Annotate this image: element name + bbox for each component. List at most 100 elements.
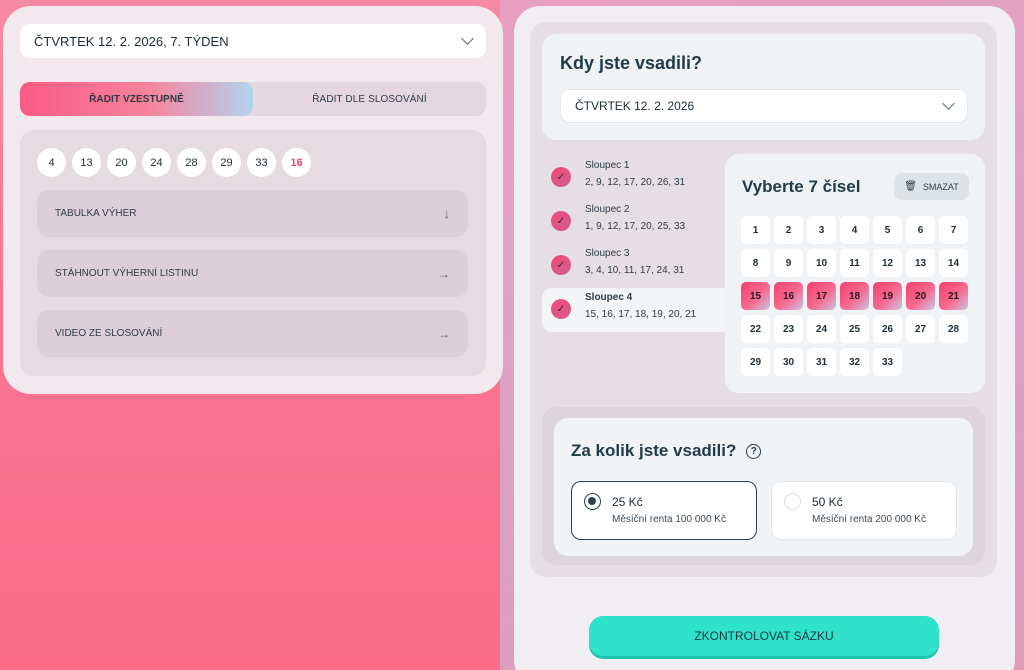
check-bet-button[interactable]: ZKONTROLOVAT SÁZKU	[589, 616, 939, 656]
radio-unselected[interactable]	[784, 493, 801, 510]
number-cell[interactable]: 10	[807, 249, 836, 277]
clear-button[interactable]: 🗑 SMAZAT	[894, 173, 969, 200]
check-icon: ✓	[551, 211, 571, 231]
ticket-check-panel: Kdy jste vsadili? ČTVRTEK 12. 2. 2026 ✓ …	[514, 6, 1015, 670]
number-cell[interactable]: 25	[840, 315, 869, 343]
number-cell[interactable]: 7	[939, 216, 968, 244]
number-cell[interactable]: 32	[840, 348, 869, 376]
wins-table-label: TABULKA VÝHER	[55, 208, 137, 219]
bet-date-value: ČTVRTEK 12. 2. 2026	[575, 99, 695, 113]
stake-option-25[interactable]: 25 Kč Měsíční renta 100 000 Kč	[571, 481, 757, 540]
arrow-right-icon: →	[438, 326, 450, 341]
number-cell[interactable]: 3	[807, 216, 836, 244]
stake-section: Za kolik jste vsadili? ? 25 Kč Měsíční r…	[542, 407, 985, 565]
number-grid: 1 2 3 4 5 6 7 8 9 10 11 12 13 14 15 16 17 18 19 20 21 22 23 24 2…	[741, 216, 968, 376]
number-cell[interactable]: 20	[906, 282, 935, 310]
draw-video-label: VIDEO ZE SLOSOVÁNÍ	[55, 328, 163, 339]
number-cell[interactable]: 16	[774, 282, 803, 310]
drawn-number: 33	[247, 148, 276, 177]
number-cell[interactable]: 17	[807, 282, 836, 310]
download-winners-row[interactable]: STÁHNOUT VÝHERNÍ LISTINU →	[37, 250, 468, 297]
number-picker-title: Vyberte 7 čísel	[742, 177, 861, 196]
chevron-down-icon	[942, 97, 955, 110]
draw-date-value: ČTVRTEK 12. 2. 2026, 7. TÝDEN	[34, 33, 229, 49]
draw-video-row[interactable]: VIDEO ZE SLOSOVÁNÍ →	[37, 310, 468, 357]
check-icon: ✓	[551, 167, 571, 187]
sort-toggle: ŘADIT VZESTUPNĚ ŘADIT DLE SLOSOVÁNÍ	[20, 82, 486, 116]
chevron-down-icon	[461, 32, 474, 45]
number-cell[interactable]: 4	[840, 216, 869, 244]
drawn-number: 20	[107, 148, 136, 177]
number-cell[interactable]: 9	[774, 249, 803, 277]
column-item-3[interactable]: ✓ Sloupec 3 3, 4, 10, 11, 17, 24, 31	[542, 244, 725, 288]
number-cell[interactable]: 24	[807, 315, 836, 343]
check-icon: ✓	[551, 299, 571, 319]
number-cell[interactable]: 12	[873, 249, 902, 277]
sort-by-draw-button[interactable]: ŘADIT DLE SLOSOVÁNÍ	[253, 82, 486, 116]
number-cell[interactable]: 19	[873, 282, 902, 310]
number-cell[interactable]: 2	[774, 216, 803, 244]
stake-rent: Měsíční renta 100 000 Kč	[612, 514, 726, 525]
number-cell[interactable]: 26	[873, 315, 902, 343]
number-cell[interactable]: 33	[873, 348, 902, 376]
drawn-number: 4	[37, 148, 66, 177]
column-numbers: 2, 9, 12, 17, 20, 26, 31	[585, 177, 686, 188]
extra-number: 16	[282, 148, 311, 177]
number-cell[interactable]: 31	[807, 348, 836, 376]
column-item-4[interactable]: ✓ Sloupec 4 15, 16, 17, 18, 19, 20, 21	[542, 288, 725, 332]
trash-icon: 🗑	[904, 181, 917, 192]
number-cell[interactable]: 30	[774, 348, 803, 376]
drawn-number: 28	[177, 148, 206, 177]
number-cell[interactable]: 13	[906, 249, 935, 277]
stake-title: Za kolik jste vsadili?	[571, 441, 737, 460]
number-cell[interactable]: 14	[939, 249, 968, 277]
stake-price: 50 Kč	[812, 495, 843, 509]
results-body: 4 13 20 24 28 29 33 16 TABULKA VÝHER ↓ S…	[20, 130, 486, 376]
number-cell[interactable]: 8	[741, 249, 770, 277]
draw-date-select[interactable]: ČTVRTEK 12. 2. 2026, 7. TÝDEN	[20, 24, 486, 58]
stake-option-50[interactable]: 50 Kč Měsíční renta 200 000 Kč	[771, 481, 957, 540]
bet-date-title: Kdy jste vsadili?	[560, 53, 703, 73]
results-panel: ČTVRTEK 12. 2. 2026, 7. TÝDEN ŘADIT VZES…	[3, 6, 503, 394]
check-icon: ✓	[551, 255, 571, 275]
drawn-number: 29	[212, 148, 241, 177]
column-name: Sloupec 2	[585, 204, 630, 215]
column-numbers: 3, 4, 10, 11, 17, 24, 31	[585, 265, 685, 276]
drawn-numbers: 4 13 20 24 28 29 33 16	[37, 148, 311, 177]
number-cell[interactable]: 29	[741, 348, 770, 376]
bet-date-card: Kdy jste vsadili? ČTVRTEK 12. 2. 2026	[542, 34, 985, 140]
radio-selected[interactable]	[584, 493, 601, 510]
number-cell[interactable]: 11	[840, 249, 869, 277]
column-numbers: 15, 16, 17, 18, 19, 20, 21	[585, 309, 697, 320]
drawn-number: 13	[72, 148, 101, 177]
column-numbers: 1, 9, 12, 17, 20, 25, 33	[585, 221, 686, 232]
stake-rent: Měsíční renta 200 000 Kč	[812, 514, 926, 525]
help-icon[interactable]: ?	[746, 443, 762, 459]
drawn-number: 24	[142, 148, 171, 177]
number-cell[interactable]: 28	[939, 315, 968, 343]
sort-ascending-button[interactable]: ŘADIT VZESTUPNĚ	[20, 82, 253, 116]
stake-price: 25 Kč	[612, 495, 643, 509]
number-picker-card: Vyberte 7 čísel 🗑 SMAZAT 1 2 3 4 5 6 7 8 9 10 11 12…	[725, 154, 985, 393]
number-cell[interactable]: 27	[906, 315, 935, 343]
bet-date-select[interactable]: ČTVRTEK 12. 2. 2026	[560, 89, 968, 123]
number-cell[interactable]: 18	[840, 282, 869, 310]
number-cell[interactable]: 21	[939, 282, 968, 310]
stake-title-row: Za kolik jste vsadili? ?	[571, 441, 762, 461]
wins-table-row[interactable]: TABULKA VÝHER ↓	[37, 190, 468, 237]
column-name: Sloupec 4	[585, 292, 633, 303]
clear-label: SMAZAT	[922, 181, 959, 192]
number-cell[interactable]: 23	[774, 315, 803, 343]
stake-card: Za kolik jste vsadili? ? 25 Kč Měsíční r…	[554, 418, 973, 556]
number-cell[interactable]: 1	[741, 216, 770, 244]
number-cell[interactable]: 6	[906, 216, 935, 244]
column-item-2[interactable]: ✓ Sloupec 2 1, 9, 12, 17, 20, 25, 33	[542, 200, 725, 244]
column-item-1[interactable]: ✓ Sloupec 1 2, 9, 12, 17, 20, 26, 31	[542, 156, 725, 200]
ticket-check-inner: Kdy jste vsadili? ČTVRTEK 12. 2. 2026 ✓ …	[530, 22, 997, 577]
number-cell[interactable]: 5	[873, 216, 902, 244]
number-cell[interactable]: 15	[741, 282, 770, 310]
arrow-down-icon: ↓	[444, 206, 450, 221]
columns-list: ✓ Sloupec 1 2, 9, 12, 17, 20, 26, 31 ✓ S…	[542, 156, 725, 332]
number-cell[interactable]: 22	[741, 315, 770, 343]
column-name: Sloupec 1	[585, 160, 630, 171]
